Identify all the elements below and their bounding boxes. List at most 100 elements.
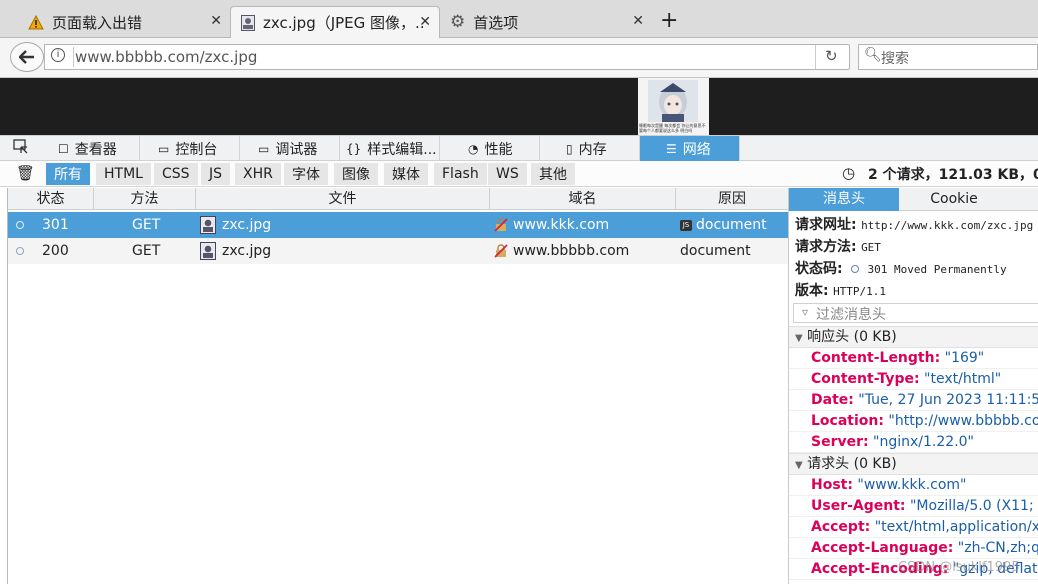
header-key: Server:: [811, 434, 869, 450]
header-row[interactable]: Accept: "text/html,application/xhtm: [789, 517, 1038, 538]
tab-performance[interactable]: ◔ 性能: [440, 136, 540, 161]
tab-label: 性能: [484, 141, 513, 158]
search-icon: 🔍︎: [864, 47, 882, 63]
header-row[interactable]: Host: "www.kkk.com": [789, 475, 1038, 496]
image-caption: 睡眠每次是醒 每次都会 你让的意思不要每个人都要说这么多 明白吗: [639, 123, 706, 133]
filter-other[interactable]: 其他: [531, 163, 575, 185]
tab-memory[interactable]: ▯ 内存: [540, 136, 640, 161]
filter-css[interactable]: CSS: [154, 163, 198, 185]
filter-html[interactable]: HTML: [96, 163, 151, 185]
tab-title: 首选项: [473, 13, 519, 32]
row-status: 301: [42, 217, 69, 233]
url-divider: [815, 45, 816, 69]
filter-js[interactable]: JS: [201, 163, 231, 185]
row-file: zxc.jpg: [222, 217, 272, 233]
table-row[interactable]: 200 GET zxc.jpg www.bbbbb.com document: [8, 238, 788, 264]
request-details-panel: 消息头 Cookie 请求网址: http://www.kkk.com/zxc.…: [788, 188, 1038, 584]
inspector-icon: ☐: [58, 141, 69, 156]
header-row[interactable]: Location: "http://www.bbbbb.com/z: [789, 411, 1038, 432]
tab-page-error[interactable]: 页面载入出错 ✕: [18, 6, 230, 38]
tab-cookie[interactable]: Cookie: [899, 188, 1009, 211]
tab-label: 样式编辑...: [367, 141, 437, 158]
back-button[interactable]: [10, 42, 44, 72]
response-headers-section[interactable]: ▼ 响应头 (0 KB): [789, 326, 1038, 348]
watermark: CSDN @lsuklf1995: [898, 560, 1020, 575]
search-placeholder: 搜索: [881, 51, 909, 67]
header-row[interactable]: Accept-Language: "zh-CN,zh;q=0.8: [789, 538, 1038, 559]
tab-title: zxc.jpg（JPEG 图像，...: [263, 14, 423, 32]
col-file[interactable]: 文件: [196, 188, 490, 210]
header-key: Host:: [811, 477, 853, 493]
header-row[interactable]: Content-Length: "169": [789, 348, 1038, 369]
filter-headers-input[interactable]: ▿ 过滤消息头: [793, 303, 1038, 323]
header-key: Date:: [811, 392, 854, 408]
image-file-icon: [200, 216, 216, 238]
tab-headers[interactable]: 消息头: [789, 188, 899, 211]
tab-title: 页面载入出错: [52, 13, 143, 32]
trash-icon[interactable]: 🗑︎: [16, 164, 35, 182]
details-tabs: 消息头 Cookie: [789, 188, 1038, 211]
tab-console[interactable]: ▭ 控制台: [140, 136, 240, 161]
header-key: User-Agent:: [811, 498, 906, 514]
header-key: Content-Length:: [811, 350, 941, 366]
filter-xhr[interactable]: XHR: [235, 163, 281, 185]
image-file-icon: [200, 242, 216, 264]
header-row[interactable]: User-Agent: "Mozilla/5.0 (X11; Linu: [789, 496, 1038, 517]
request-headers-section[interactable]: ▼ 请求头 (0 KB): [789, 453, 1038, 475]
col-status[interactable]: 状态: [8, 188, 94, 210]
filter-fonts[interactable]: 字体: [284, 163, 328, 185]
filter-all[interactable]: 所有: [46, 163, 90, 185]
close-icon[interactable]: ✕: [210, 13, 222, 29]
performance-icon: ◔: [468, 141, 479, 156]
memory-icon: ▯: [566, 141, 573, 156]
status-dot-icon: [16, 221, 24, 229]
close-icon[interactable]: ✕: [632, 13, 644, 29]
header-key: Content-Type:: [811, 371, 920, 387]
col-cause[interactable]: 原因: [676, 188, 788, 210]
row-status: 200: [42, 243, 69, 259]
request-method-value: GET: [861, 241, 881, 254]
url-bar[interactable]: i www.bbbbb.com/zxc.jpg ↻: [44, 44, 850, 70]
tab-style-editor[interactable]: {} 样式编辑...: [340, 136, 440, 161]
pick-element-icon[interactable]: [8, 139, 34, 159]
tab-label: 内存: [578, 141, 607, 158]
filter-flash[interactable]: Flash: [434, 163, 487, 185]
status-code-label: 状态码:: [795, 261, 843, 277]
gear-icon: ⚙: [450, 12, 466, 32]
tab-label: 调试器: [275, 141, 318, 158]
row-method: GET: [132, 217, 161, 233]
header-key: Location:: [811, 413, 884, 429]
row-cause: document: [680, 243, 751, 259]
tab-inspector[interactable]: ☐ 查看器: [40, 136, 140, 161]
version-line: 版本: HTTP/1.1: [795, 280, 886, 300]
close-icon[interactable]: ✕: [419, 14, 431, 30]
col-method[interactable]: 方法: [94, 188, 196, 210]
tab-preferences[interactable]: ⚙ 首选项 ✕: [440, 6, 652, 38]
console-icon: ▭: [158, 141, 170, 156]
image-icon: [241, 14, 255, 31]
tab-zxc-image[interactable]: zxc.jpg（JPEG 图像，... ✕: [230, 6, 440, 38]
row-cause: document: [696, 217, 767, 233]
warning-icon: [28, 14, 44, 29]
header-row[interactable]: Content-Type: "text/html": [789, 369, 1038, 390]
search-bar[interactable]: 🔍︎ 搜索: [858, 44, 1038, 70]
header-row[interactable]: Server: "nginx/1.22.0": [789, 432, 1038, 453]
reload-icon[interactable]: ↻: [825, 47, 838, 65]
tab-network[interactable]: ☰ 网络: [640, 136, 740, 161]
filter-ws[interactable]: WS: [488, 163, 527, 185]
table-row[interactable]: 301 GET zxc.jpg www.kkk.com JS document: [8, 212, 788, 238]
header-row[interactable]: Date: "Tue, 27 Jun 2023 11:11:53 G: [789, 390, 1038, 411]
info-icon[interactable]: i: [51, 48, 65, 62]
tab-strip: 页面载入出错 ✕ zxc.jpg（JPEG 图像，... ✕ ⚙ 首选项 ✕ +: [0, 0, 1038, 38]
header-value: "169": [940, 350, 985, 366]
filter-media[interactable]: 媒体: [384, 163, 428, 185]
col-domain[interactable]: 域名: [490, 188, 676, 210]
new-tab-button[interactable]: +: [660, 8, 678, 34]
network-icon: ☰: [666, 141, 677, 156]
url-text[interactable]: www.bbbbb.com/zxc.jpg: [75, 48, 257, 66]
section-title: 响应头 (0 KB): [807, 329, 897, 345]
timer-icon[interactable]: ◷: [842, 164, 855, 182]
page-content: 睡眠每次是醒 每次都会 你让的意思不要每个人都要说这么多 明白吗: [0, 78, 1038, 135]
tab-debugger[interactable]: ▭ 调试器: [240, 136, 340, 161]
filter-images[interactable]: 图像: [334, 163, 378, 185]
